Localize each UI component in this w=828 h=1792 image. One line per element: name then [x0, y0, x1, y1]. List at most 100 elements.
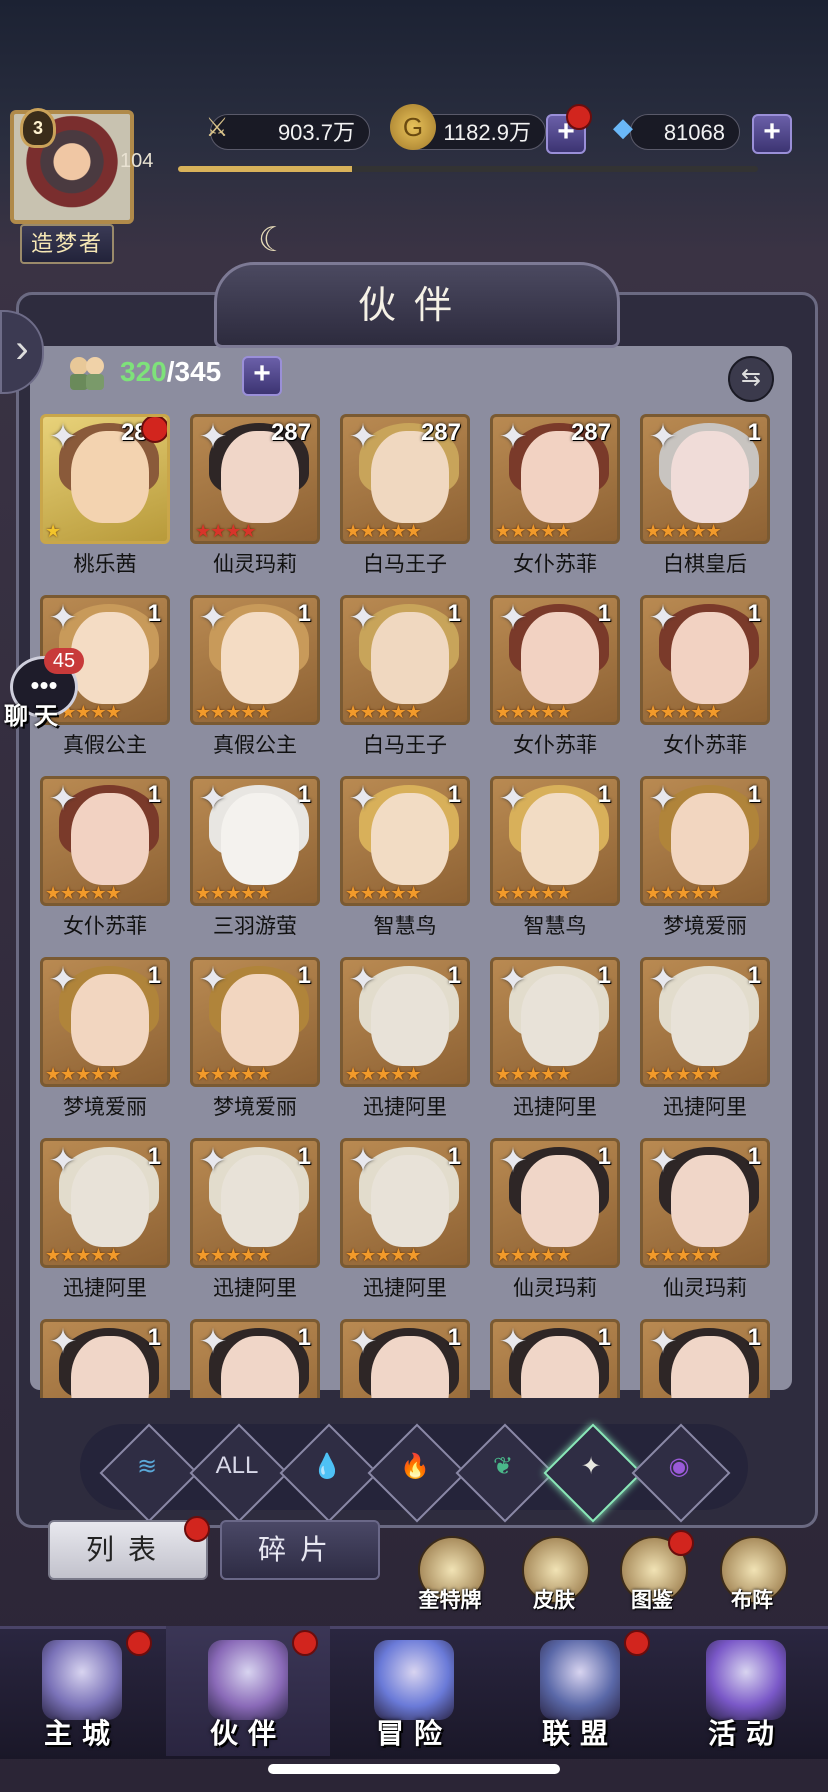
nav-item-4[interactable]: 活动	[664, 1626, 828, 1756]
partner-name: 梦境爱丽	[663, 915, 747, 938]
partner-card[interactable]: ✦ 1 ★★★★★	[490, 957, 620, 1087]
light-type-icon: ✦	[48, 418, 78, 456]
partner-card[interactable]: ✦ 1 ★★★★★	[340, 776, 470, 906]
partner-level: 1	[747, 419, 761, 446]
star-rating: ★★★★★	[645, 521, 722, 541]
partner-card[interactable]: ✦ 1 ★★★★★	[40, 1138, 170, 1268]
partner-portrait	[221, 974, 299, 1066]
partner-count: 320/345	[120, 356, 221, 388]
light-type-icon: ✦	[348, 961, 378, 999]
partner-card[interactable]: ✦ 287 ★★★★★	[340, 414, 470, 544]
partner-card[interactable]: ✦ 1 ★★★★★	[40, 957, 170, 1087]
light-type-icon: ✦	[498, 1142, 528, 1180]
partner-portrait	[671, 431, 749, 523]
nav-item-0[interactable]: 主城	[0, 1626, 164, 1756]
all-element-icon: ALL	[215, 1452, 259, 1479]
partner-card[interactable]: ✦ 1 ★★★★★	[640, 595, 770, 725]
nav-label: 主城	[43, 1718, 120, 1749]
function-label[interactable]: 图鉴	[602, 1584, 702, 1614]
partner-card[interactable]: ✦ 1 ★★★★★	[190, 1138, 320, 1268]
partner-card[interactable]: ✦ 1 ★★★★★	[640, 957, 770, 1087]
partner-name: 迅捷阿里	[663, 1096, 747, 1119]
nav-item-2[interactable]: 冒险	[332, 1626, 496, 1756]
partner-card[interactable]: ✦ 1 ★★★★★	[40, 776, 170, 906]
function-label[interactable]: 奎特牌	[400, 1584, 500, 1614]
gold-coin-icon: G	[390, 104, 436, 150]
partner-card[interactable]: ✦ 1 ★★★★★	[490, 595, 620, 725]
partner-name: 真假公主	[213, 734, 297, 757]
partner-name: 迅捷阿里	[363, 1277, 447, 1300]
partner-card[interactable]: ✦ 1	[490, 1319, 620, 1398]
tab-fragments[interactable]: 碎片	[220, 1520, 380, 1580]
light-type-icon: ✦	[498, 780, 528, 818]
nav-item-1[interactable]: 伙伴	[166, 1626, 330, 1756]
star-rating: ★★★★★	[345, 1064, 422, 1084]
partner-card[interactable]: ✦ 1 ★★★★★	[640, 1138, 770, 1268]
partner-level: 1	[297, 600, 311, 627]
partner-card[interactable]: ✦ 287 ★★★★	[190, 414, 320, 544]
light-type-icon: ✦	[348, 1142, 378, 1180]
partner-card[interactable]: ✦ 1 ★★★★★	[340, 1138, 470, 1268]
light-type-icon: ✦	[198, 961, 228, 999]
star-rating: ★★★★★	[495, 883, 572, 903]
partner-name: 迅捷阿里	[513, 1096, 597, 1119]
nav-label: 冒险	[375, 1718, 452, 1749]
light-type-icon: ✦	[198, 599, 228, 637]
add-diamond-button[interactable]: +	[752, 114, 792, 154]
light-type-icon: ✦	[48, 1323, 78, 1361]
partner-portrait	[521, 793, 599, 885]
partner-card[interactable]: ✦287★	[40, 414, 170, 544]
partner-level: 1	[597, 600, 611, 627]
function-label[interactable]: 皮肤	[504, 1584, 604, 1614]
partner-level: 1	[447, 600, 461, 627]
page-title: 伙伴	[357, 283, 470, 327]
light-type-icon: ✦	[48, 1142, 78, 1180]
home-indicator[interactable]	[268, 1764, 560, 1774]
nav-item-3[interactable]: 联盟	[498, 1626, 662, 1756]
player-title-badge[interactable]: 造梦者	[20, 224, 114, 264]
partner-card[interactable]: ✦ 1 ★★★★★	[340, 595, 470, 725]
nature-element-icon: ❦	[492, 1453, 514, 1480]
nav-label: 伙伴	[209, 1718, 286, 1749]
star-rating: ★★★★★	[45, 1245, 122, 1265]
star-rating: ★★★★★	[345, 521, 422, 541]
partner-card[interactable]: ✦ 1	[340, 1319, 470, 1398]
partner-card[interactable]: ✦ 1 ★★★★★	[490, 776, 620, 906]
partner-card[interactable]: ✦ 287 ★★★★★	[490, 414, 620, 544]
partner-card[interactable]: ✦ 1 ★★★★★	[340, 957, 470, 1087]
partner-card[interactable]: ✦ 1 ★★★★★	[640, 776, 770, 906]
expand-roster-button[interactable]: +	[242, 356, 282, 396]
light-element-icon: ✦	[580, 1453, 602, 1480]
partner-card[interactable]: ✦ 1 ★★★★★	[640, 414, 770, 544]
partner-card[interactable]: ✦ 1 ★★★★★	[190, 776, 320, 906]
partner-card[interactable]: ✦ 1 ★★★★★	[190, 595, 320, 725]
partner-card[interactable]: ✦ 1	[40, 1319, 170, 1398]
notification-dot	[126, 1630, 152, 1656]
partner-level: 1	[447, 781, 461, 808]
partner-level: 1	[597, 781, 611, 808]
partner-name: 智慧鸟	[373, 915, 437, 938]
light-type-icon: ✦	[348, 418, 378, 456]
partner-level: 1	[297, 781, 311, 808]
partner-portrait	[671, 1155, 749, 1247]
partner-portrait	[671, 612, 749, 704]
sort-swap-button[interactable]: ⇆	[728, 356, 774, 402]
light-type-icon: ✦	[198, 780, 228, 818]
partner-portrait	[371, 793, 449, 885]
function-label[interactable]: 布阵	[702, 1584, 802, 1614]
diamond-value: 81068	[630, 114, 740, 150]
partner-card[interactable]: ✦ 1 ★★★★★	[490, 1138, 620, 1268]
star-rating: ★★★★★	[45, 883, 122, 903]
partner-level: 1	[597, 1143, 611, 1170]
star-rating: ★★★★★	[195, 883, 272, 903]
partner-card[interactable]: ✦ 1	[190, 1319, 320, 1398]
partner-card[interactable]: ✦ 1	[640, 1319, 770, 1398]
partner-level: 1	[447, 962, 461, 989]
partner-level: 287	[420, 419, 461, 446]
star-rating: ★★★★★	[495, 1064, 572, 1084]
partner-card[interactable]: ✦ 1 ★★★★★	[190, 957, 320, 1087]
partner-portrait	[71, 793, 149, 885]
partner-portrait	[521, 612, 599, 704]
partner-level: 1	[147, 781, 161, 808]
star-rating: ★★★★	[195, 521, 257, 541]
